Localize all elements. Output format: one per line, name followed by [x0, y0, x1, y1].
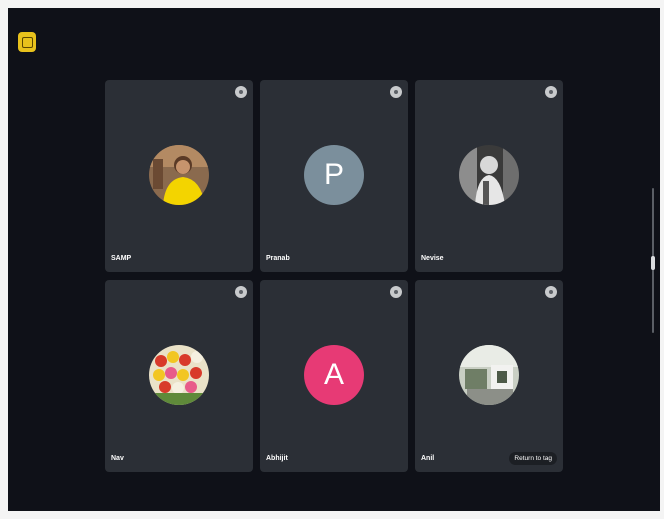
pin-icon[interactable]: [545, 86, 557, 98]
pin-icon[interactable]: [390, 286, 402, 298]
app-menu-icon[interactable]: [18, 32, 36, 52]
participant-tile[interactable]: Nav: [105, 280, 253, 472]
participant-name: Anil: [421, 455, 435, 462]
participant-name: Abhijit: [266, 455, 288, 462]
pin-icon[interactable]: [235, 286, 247, 298]
avatar: [459, 345, 519, 405]
person-bw-photo-icon: [459, 145, 519, 205]
scrollbar-thumb[interactable]: [651, 256, 655, 270]
pin-icon[interactable]: [545, 286, 557, 298]
avatar: [149, 145, 209, 205]
pin-icon[interactable]: [390, 86, 402, 98]
participant-name: Nevise: [421, 255, 444, 262]
participant-tile[interactable]: SAMP: [105, 80, 253, 272]
participant-tile[interactable]: Anil Return to tag: [415, 280, 563, 472]
participant-tile[interactable]: Nevise: [415, 80, 563, 272]
participant-name: Nav: [111, 455, 124, 462]
tulips-photo-icon: [149, 345, 209, 405]
participant-name: Pranab: [266, 255, 290, 262]
avatar: A: [304, 345, 364, 405]
avatar-initial: P: [323, 158, 344, 191]
participant-grid: SAMP P Pranab Nevise Nav A Abhijit Anil …: [105, 80, 563, 480]
avatar: [459, 145, 519, 205]
participant-name: SAMP: [111, 255, 132, 262]
return-to-tag-button[interactable]: Return to tag: [509, 452, 557, 465]
avatar: [149, 345, 209, 405]
participant-tile[interactable]: A Abhijit: [260, 280, 408, 472]
meeting-window: SAMP P Pranab Nevise Nav A Abhijit Anil …: [8, 8, 660, 511]
pin-icon[interactable]: [235, 86, 247, 98]
person-yellow-photo-icon: [149, 145, 209, 205]
participant-tile[interactable]: P Pranab: [260, 80, 408, 272]
avatar: P: [304, 145, 364, 205]
room-photo-icon: [459, 345, 519, 405]
avatar-initial: A: [323, 358, 344, 391]
